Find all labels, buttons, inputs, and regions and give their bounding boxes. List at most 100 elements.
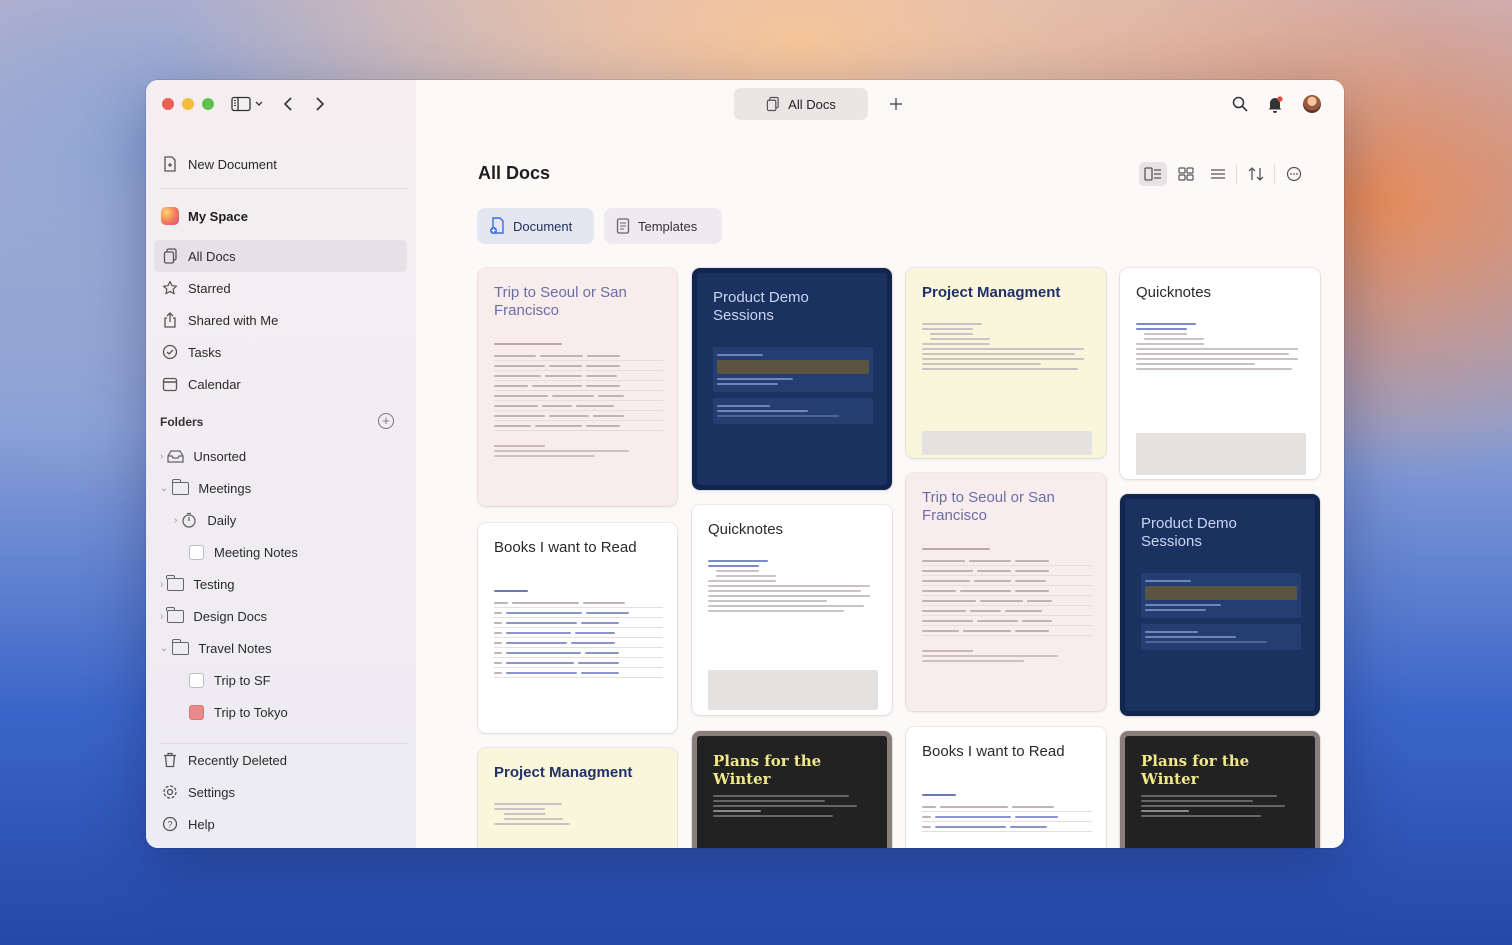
sidebar-item-label: Tasks bbox=[188, 344, 222, 360]
more-options-button[interactable] bbox=[1280, 162, 1308, 186]
chevron-right-icon[interactable]: › bbox=[174, 515, 177, 526]
search-button[interactable] bbox=[1230, 94, 1250, 114]
card-screenshot bbox=[922, 431, 1092, 455]
tray-icon bbox=[165, 446, 185, 466]
card-screenshot bbox=[1136, 433, 1306, 475]
checkbox-icon[interactable] bbox=[186, 670, 206, 690]
sidebar-item-calendar[interactable]: Calendar bbox=[154, 368, 407, 400]
card-preview bbox=[922, 320, 1092, 373]
folder-meetings[interactable]: ⌄ Meetings bbox=[154, 472, 407, 504]
doc-trip-to-sf[interactable]: Trip to SF bbox=[154, 664, 407, 696]
titlebar: All Docs bbox=[146, 80, 1344, 128]
folders-header: Folders bbox=[160, 415, 204, 429]
folder-label: Unsorted bbox=[193, 448, 247, 464]
divider bbox=[1274, 164, 1275, 184]
forward-button[interactable] bbox=[310, 94, 330, 114]
doc-card[interactable]: Plans for the Winter bbox=[1120, 731, 1320, 848]
space-switcher[interactable]: My Space bbox=[154, 200, 407, 232]
sidebar-item-recently-deleted[interactable]: Recently Deleted bbox=[154, 744, 407, 776]
card-preview bbox=[1136, 320, 1306, 373]
doc-card[interactable]: Product Demo Sessions bbox=[692, 268, 892, 490]
doc-card[interactable]: Plans for the Winter bbox=[692, 731, 892, 848]
card-title: Project Managment bbox=[494, 764, 633, 781]
doc-label: Trip to SF bbox=[214, 672, 271, 688]
app-window: New Document My Space All Docs Starred S… bbox=[146, 80, 1344, 848]
sidebar-item-tasks[interactable]: Tasks bbox=[154, 336, 407, 368]
folder-testing[interactable]: › Testing bbox=[154, 568, 407, 600]
folder-icon bbox=[170, 638, 190, 658]
close-window-button[interactable] bbox=[162, 98, 174, 110]
chevron-right-icon bbox=[316, 97, 325, 111]
doc-card[interactable]: Product Demo Sessions bbox=[1120, 494, 1320, 716]
doc-card[interactable]: Books I want to Read bbox=[478, 523, 677, 733]
doc-card[interactable]: Trip to Seoul or San Francisco bbox=[906, 473, 1106, 711]
trash-icon bbox=[160, 750, 180, 770]
chevron-right-icon[interactable]: › bbox=[160, 579, 163, 590]
folder-unsorted[interactable]: › Unsorted bbox=[154, 440, 407, 472]
checkbox-icon[interactable] bbox=[186, 542, 206, 562]
ellipsis-circle-icon bbox=[1286, 166, 1302, 182]
card-title: Quicknotes bbox=[1136, 284, 1212, 301]
doc-card[interactable]: Trip to Seoul or San Francisco bbox=[478, 268, 677, 506]
sidebar-item-all-docs[interactable]: All Docs bbox=[154, 240, 407, 272]
doc-label: Trip to Tokyo bbox=[214, 704, 288, 720]
chevron-left-icon bbox=[283, 97, 292, 111]
zoom-window-button[interactable] bbox=[202, 98, 214, 110]
card-title: Product Demo Sessions bbox=[1141, 515, 1237, 550]
add-folder-button[interactable]: + bbox=[378, 413, 394, 429]
segment-label: Templates bbox=[638, 218, 698, 234]
card-preview bbox=[1141, 573, 1301, 650]
view-preview-button[interactable] bbox=[1139, 162, 1167, 186]
sidebar: New Document My Space All Docs Starred S… bbox=[146, 80, 416, 848]
tab-all-docs[interactable]: All Docs bbox=[734, 88, 868, 120]
docs-icon bbox=[160, 246, 180, 266]
new-document-button[interactable]: New Document bbox=[154, 148, 407, 180]
folder-label: Travel Notes bbox=[198, 640, 272, 656]
doc-meeting-notes[interactable]: Meeting Notes bbox=[154, 536, 407, 568]
card-title: Quicknotes bbox=[708, 521, 784, 538]
user-avatar[interactable] bbox=[1303, 95, 1321, 113]
doc-trip-to-tokyo[interactable]: Trip to Tokyo bbox=[154, 696, 407, 728]
card-preview bbox=[494, 587, 663, 678]
doc-card[interactable]: Project Managment bbox=[906, 268, 1106, 458]
segment-document[interactable]: Document bbox=[477, 208, 594, 244]
folder-daily[interactable]: › Daily bbox=[154, 504, 407, 536]
folder-design-docs[interactable]: › Design Docs bbox=[154, 600, 407, 632]
sidebar-item-label: All Docs bbox=[188, 248, 236, 264]
view-grid-button[interactable] bbox=[1172, 162, 1200, 186]
card-preview bbox=[922, 545, 1092, 665]
minimize-window-button[interactable] bbox=[182, 98, 194, 110]
doc-card[interactable]: Quicknotes bbox=[692, 505, 892, 715]
new-tab-button[interactable] bbox=[886, 94, 906, 114]
chevron-right-icon[interactable]: › bbox=[160, 611, 163, 622]
card-title: Books I want to Read bbox=[494, 539, 637, 556]
sidebar-toggle-button[interactable] bbox=[230, 94, 266, 114]
list-icon bbox=[1211, 169, 1225, 179]
sort-button[interactable] bbox=[1242, 162, 1270, 186]
chevron-down-icon[interactable]: ⌄ bbox=[160, 483, 168, 494]
bell-icon bbox=[1268, 95, 1283, 113]
chevron-right-icon[interactable]: › bbox=[160, 451, 163, 462]
search-icon bbox=[1232, 96, 1248, 112]
sidebar-item-help[interactable]: ? Help bbox=[154, 808, 407, 840]
svg-text:?: ? bbox=[167, 820, 172, 830]
plus-icon bbox=[890, 98, 902, 110]
page-title: All Docs bbox=[478, 163, 551, 183]
sidebar-item-starred[interactable]: Starred bbox=[154, 272, 407, 304]
segment-templates[interactable]: Templates bbox=[604, 208, 722, 244]
sidebar-item-label: Starred bbox=[188, 280, 231, 296]
card-preview bbox=[713, 347, 873, 424]
folder-travel-notes[interactable]: ⌄ Travel Notes bbox=[154, 632, 407, 664]
back-button[interactable] bbox=[278, 94, 298, 114]
doc-card[interactable]: Quicknotes bbox=[1120, 268, 1320, 479]
sidebar-item-label: Calendar bbox=[188, 376, 241, 392]
notifications-button[interactable] bbox=[1265, 94, 1285, 114]
new-document-icon bbox=[490, 217, 504, 234]
chevron-down-icon[interactable]: ⌄ bbox=[160, 643, 168, 654]
sidebar-item-settings[interactable]: Settings bbox=[154, 776, 407, 808]
view-list-button[interactable] bbox=[1204, 162, 1232, 186]
sidebar-item-shared[interactable]: Shared with Me bbox=[154, 304, 407, 336]
doc-card[interactable]: Project Managment bbox=[478, 748, 677, 848]
doc-card[interactable]: Books I want to Read bbox=[906, 727, 1106, 848]
card-preview bbox=[922, 791, 1092, 832]
